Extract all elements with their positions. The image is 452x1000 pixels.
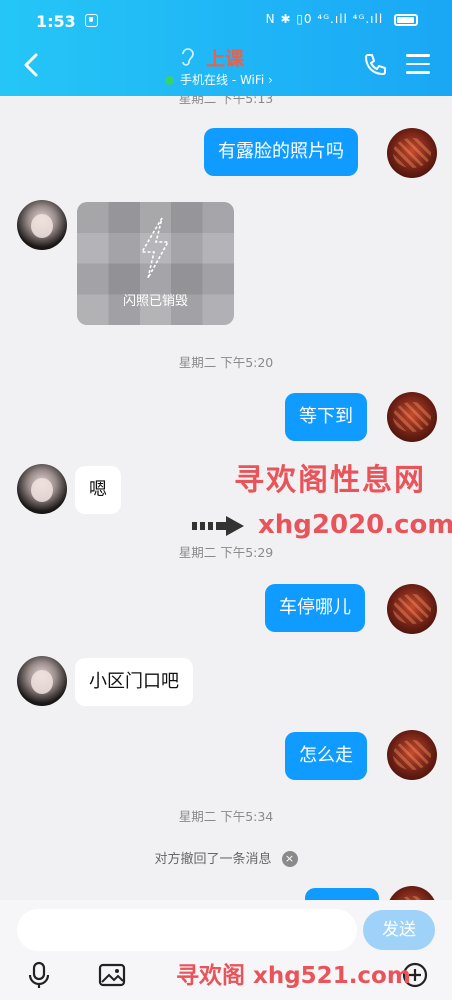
timestamp: 星期二 下午5:20 xyxy=(178,355,274,370)
signal-icons: N ✱ ▯0 ⁴ᴳ.ıll ⁴ᴳ.ıll xyxy=(265,12,384,26)
image-icon[interactable] xyxy=(97,960,127,990)
my-avatar[interactable] xyxy=(387,886,437,900)
microphone-icon[interactable] xyxy=(24,960,54,990)
my-avatar[interactable] xyxy=(387,128,437,178)
my-avatar[interactable] xyxy=(387,584,437,634)
arrow-right-icon xyxy=(192,516,244,536)
recall-text: 对方撤回了一条消息 xyxy=(154,852,272,867)
flash-photo-label: 闪照已销毁 xyxy=(122,294,188,309)
system-icons: N ✱ ▯0 ⁴ᴳ.ıll ⁴ᴳ.ıll xyxy=(266,12,418,26)
message-input[interactable] xyxy=(17,909,357,951)
message-bubble-mine[interactable]: 有露脸的照片吗 xyxy=(204,128,358,176)
flash-photo[interactable]: 闪照已销毁 xyxy=(77,202,234,325)
message-bubble-mine-partial[interactable] xyxy=(305,888,379,900)
contact-avatar[interactable] xyxy=(17,656,67,706)
watermark-url: xhg2020.com xyxy=(258,510,452,540)
status-time: 1:53 xyxy=(36,12,76,31)
message-bubble-mine[interactable]: 车停哪儿 xyxy=(265,584,365,632)
ear-icon xyxy=(180,47,196,71)
close-icon[interactable]: × xyxy=(281,851,298,867)
contact-avatar[interactable] xyxy=(17,200,67,250)
chat-header: 1:53 N ✱ ▯0 ⁴ᴳ.ıll ⁴ᴳ.ıll 上课 手机在线 - WiFi… xyxy=(0,0,452,96)
chevron-right-icon: › xyxy=(268,73,273,87)
send-button[interactable]: 发送 xyxy=(363,910,435,950)
online-status-text: 手机在线 - WiFi xyxy=(180,73,265,87)
online-status[interactable]: 手机在线 - WiFi › xyxy=(165,71,273,88)
watermark-title: 寻欢阁性息网 xyxy=(234,463,426,498)
my-avatar[interactable] xyxy=(387,392,437,442)
shield-icon xyxy=(85,14,98,27)
phone-call-icon[interactable] xyxy=(362,52,388,78)
online-dot-icon xyxy=(165,76,174,85)
recall-notice: 对方撤回了一条消息 × xyxy=(0,848,452,867)
timestamp: 星期二 下午5:13 xyxy=(178,96,274,106)
chat-title[interactable]: 上课 xyxy=(206,44,244,71)
menu-icon[interactable] xyxy=(406,54,430,74)
timestamp: 星期二 下午5:29 xyxy=(178,545,274,560)
message-bubble-theirs[interactable]: 嗯 xyxy=(75,466,121,514)
my-avatar[interactable] xyxy=(387,730,437,780)
battery-icon xyxy=(394,13,418,26)
timestamp: 星期二 下午5:34 xyxy=(178,809,274,824)
message-bubble-mine[interactable]: 怎么走 xyxy=(285,732,367,780)
message-bubble-mine[interactable]: 等下到 xyxy=(285,393,367,441)
message-bubble-theirs[interactable]: 小区门口吧 xyxy=(75,658,193,706)
watermark-footer: 寻欢阁 xhg521.com xyxy=(176,963,411,989)
contact-avatar[interactable] xyxy=(17,464,67,514)
back-arrow-icon[interactable] xyxy=(22,52,40,78)
lightning-icon xyxy=(140,217,170,279)
status-bar: 1:53 N ✱ ▯0 ⁴ᴳ.ıll ⁴ᴳ.ıll xyxy=(0,0,452,40)
